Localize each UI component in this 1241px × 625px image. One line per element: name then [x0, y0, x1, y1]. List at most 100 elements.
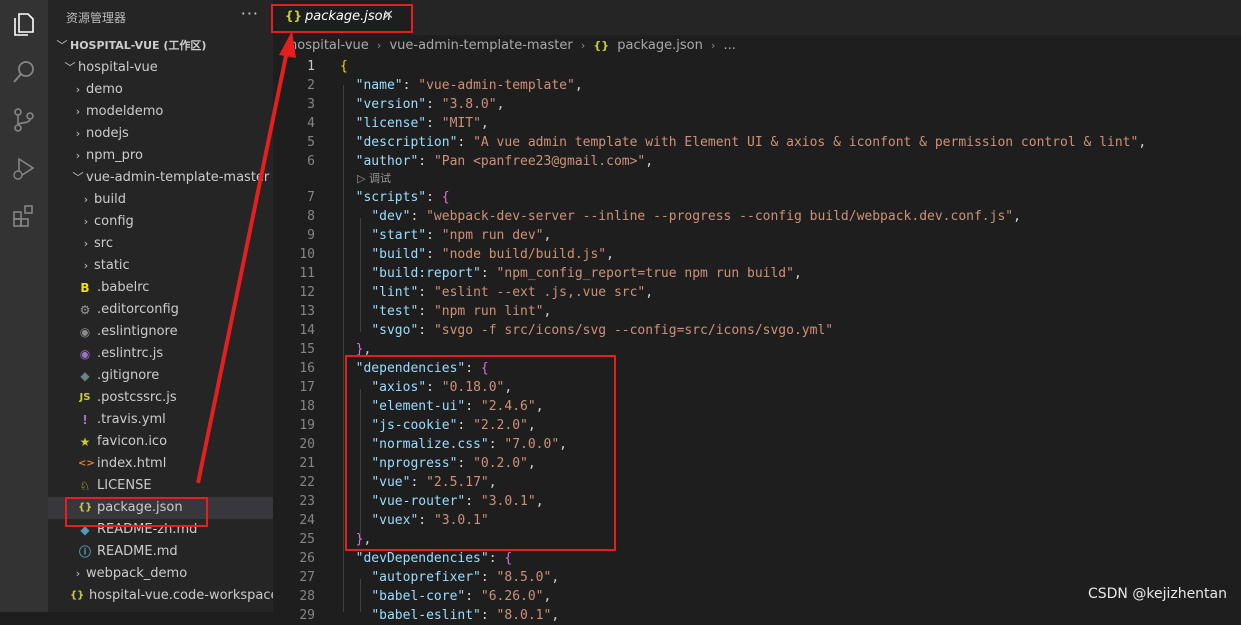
file-type-icon: ◉	[79, 347, 91, 361]
chevron-right-icon[interactable]: ›	[72, 79, 84, 101]
line-number: 11	[299, 266, 315, 281]
breadcrumb-item[interactable]: vue-admin-template-master	[389, 38, 572, 53]
code-text: "description": "A vue admin template wit…	[355, 135, 1147, 150]
line-number: 13	[299, 304, 315, 319]
search-icon[interactable]	[10, 58, 38, 86]
chevron-down-icon[interactable]: ﹀	[64, 57, 76, 79]
tree-item[interactable]: ⓘ README.md	[48, 541, 273, 563]
tree-item[interactable]: ! .travis.yml	[48, 409, 273, 431]
tree-item[interactable]: ★ favicon.ico	[48, 431, 273, 453]
code-text: "svgo": "svgo -f src/icons/svg --config=…	[371, 323, 834, 338]
code-line: 14 "svgo": "svgo -f src/icons/svg --conf…	[273, 321, 1241, 340]
chevron-down-icon[interactable]: ﹀	[56, 35, 68, 57]
tree-item-label: hospital-vue.code-workspace	[89, 588, 273, 603]
code-line: 26 "devDependencies": {	[273, 549, 1241, 568]
tree-item[interactable]: ⚙ .editorconfig	[48, 299, 273, 321]
activity-bar	[0, 0, 48, 612]
annotation-box-file	[65, 497, 208, 527]
tree-item[interactable]: JS .postcssrc.js	[48, 387, 273, 409]
chevron-right-icon[interactable]: ›	[80, 189, 92, 211]
tree-item-label: vue-admin-template-master	[86, 170, 270, 185]
chevron-right-icon[interactable]: ›	[72, 123, 84, 145]
file-type-icon: JS	[79, 392, 91, 403]
run-debug-icon[interactable]	[10, 154, 38, 182]
watermark: CSDN @kejizhentan	[1087, 586, 1227, 602]
tree-item-label: src	[94, 236, 113, 251]
code-line: 4 "license": "MIT",	[273, 114, 1241, 133]
line-number: 20	[299, 437, 315, 452]
code-text: "autoprefixer": "8.5.0",	[371, 570, 560, 585]
tree-item[interactable]: ◉ .eslintignore	[48, 321, 273, 343]
file-type-icon: ★	[79, 435, 91, 449]
breadcrumb-item[interactable]: package.json	[617, 38, 703, 53]
file-type-icon: !	[82, 413, 88, 427]
tree-item[interactable]: › config	[48, 211, 273, 233]
line-number: 23	[299, 494, 315, 509]
breadcrumb: hospital-vue › vue-admin-template-master…	[289, 38, 740, 56]
chevron-down-icon[interactable]: ﹀	[72, 167, 84, 189]
tree-item[interactable]: › modeldemo	[48, 101, 273, 123]
file-type-icon: ◉	[79, 325, 91, 339]
file-type-icon: ⚙	[79, 303, 91, 317]
code-text: {	[340, 59, 348, 74]
chevron-right-icon[interactable]: ›	[80, 255, 92, 277]
chevron-right-icon[interactable]: ›	[80, 233, 92, 255]
tree-item[interactable]: ﹀ hospital-vue	[48, 57, 273, 79]
chevron-right-icon[interactable]: ›	[72, 563, 84, 585]
tree-item[interactable]: {} hospital-vue.code-workspace	[48, 585, 273, 607]
tree-item-label: demo	[86, 82, 123, 97]
tree-item-label: hospital-vue	[78, 60, 158, 75]
line-number: 2	[307, 78, 315, 93]
annotation-box-tab	[271, 4, 413, 33]
tree-item[interactable]: › src	[48, 233, 273, 255]
line-number: 26	[299, 551, 315, 566]
tree-item[interactable]: ﹀ vue-admin-template-master	[48, 167, 273, 189]
line-number: 4	[307, 116, 315, 131]
chevron-right-icon[interactable]: ›	[80, 211, 92, 233]
tree-item-label: .postcssrc.js	[97, 390, 177, 405]
tree-item-label: favicon.ico	[97, 434, 168, 449]
breadcrumb-item[interactable]: hospital-vue	[289, 38, 369, 53]
tree-item[interactable]: ♘ LICENSE	[48, 475, 273, 497]
code-line: 7 "scripts": {	[273, 188, 1241, 207]
code-line: 27 "autoprefixer": "8.5.0",	[273, 568, 1241, 587]
code-text: "license": "MIT",	[355, 116, 489, 131]
line-number: 22	[299, 475, 315, 490]
tree-item[interactable]: › static	[48, 255, 273, 277]
tree-item[interactable]: <> index.html	[48, 453, 273, 475]
tree-item[interactable]: ◉ .eslintrc.js	[48, 343, 273, 365]
tree-item[interactable]: › build	[48, 189, 273, 211]
code-line: 10 "build": "node build/build.js",	[273, 245, 1241, 264]
tree-item-label: static	[94, 258, 130, 273]
breadcrumb-item[interactable]: ...	[724, 38, 736, 53]
more-actions-icon[interactable]: ···	[241, 4, 259, 23]
tree-item[interactable]: ﹀ HOSPITAL-VUE (工作区)	[48, 35, 273, 57]
tree-item-label: nodejs	[86, 126, 129, 141]
tree-item[interactable]: › demo	[48, 79, 273, 101]
tree-item[interactable]: ◆ .gitignore	[48, 365, 273, 387]
code-text: "babel-core": "6.26.0",	[371, 589, 552, 604]
tree-item[interactable]: › npm_pro	[48, 145, 273, 167]
code-text: "start": "npm run dev",	[371, 228, 552, 243]
tree-item[interactable]: › nodejs	[48, 123, 273, 145]
code-text: "name": "vue-admin-template",	[355, 78, 583, 93]
tree-item[interactable]: B .babelrc	[48, 277, 273, 299]
chevron-right-icon: ›	[376, 39, 382, 52]
tree-item-label: build	[94, 192, 126, 207]
code-line: 3 "version": "3.8.0",	[273, 95, 1241, 114]
chevron-right-icon[interactable]: ›	[72, 145, 84, 167]
line-number: 16	[299, 361, 315, 376]
line-number: 6	[307, 154, 315, 169]
tree-item-label: npm_pro	[86, 148, 143, 163]
line-number: 17	[299, 380, 315, 395]
tree-item[interactable]: › webpack_demo	[48, 563, 273, 585]
file-type-icon: ⓘ	[78, 545, 91, 559]
debug-codelens[interactable]: ▷ 调试	[357, 170, 391, 186]
extensions-icon[interactable]	[10, 202, 38, 230]
chevron-right-icon[interactable]: ›	[72, 101, 84, 123]
code-text: "scripts": {	[355, 190, 450, 205]
explorer-icon[interactable]	[10, 10, 38, 38]
tree-item-label: .babelrc	[97, 280, 150, 295]
line-number: 7	[307, 190, 315, 205]
source-control-icon[interactable]	[10, 106, 38, 134]
